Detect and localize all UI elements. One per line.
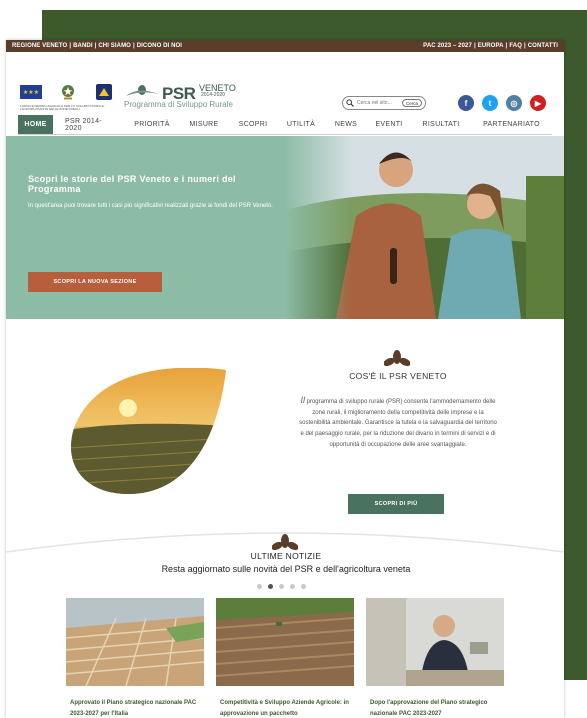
psr-logo-years: 2014-2020 — [201, 92, 225, 98]
carousel-dot[interactable] — [279, 584, 284, 589]
nav-partenariato[interactable]: PARTENARIATO — [471, 115, 552, 134]
news-title: ULTIME NOTIZIE — [250, 551, 322, 561]
about-body: programma di sviluppo rurale (PSR) conse… — [299, 399, 497, 448]
news-card-image — [366, 598, 504, 686]
main-nav: HOME PSR 2014-2020 PRIORITÀ MISURE SCOPR… — [18, 115, 552, 135]
news-card[interactable]: Competitività e Sviluppo Aziende Agricol… — [215, 598, 355, 718]
nav-priorita[interactable]: PRIORITÀ — [125, 115, 179, 134]
nav-risultati[interactable]: RISULTATI — [411, 115, 471, 134]
italian-emblem-icon — [62, 85, 74, 100]
hero-text: In quest'area puoi trovare tutti i casi … — [28, 203, 273, 209]
top-bar-left: REGIONE VENETO | BANDI | CHI SIAMO | DICONO DI… — [12, 43, 183, 49]
news-card-image — [215, 598, 355, 686]
carousel-dots — [257, 584, 306, 589]
nav-utilita[interactable]: UTILITÀ — [277, 115, 325, 134]
nav-home[interactable]: HOME — [18, 115, 53, 134]
instagram-icon[interactable]: ◎ — [506, 95, 522, 111]
psr-logo[interactable]: PSR VENETO 2014-2020 Programma di Svilup… — [124, 82, 236, 118]
header-caption: FONDO EUROPEO AGRICOLO PER LO SVILUPPO R… — [20, 104, 105, 111]
nav-scopri[interactable]: SCOPRI — [229, 115, 277, 134]
top-bar: REGIONE VENETO | BANDI | CHI SIAMO | DICONO DI… — [6, 40, 564, 52]
vineyard-leaf-image — [71, 368, 226, 494]
search-button[interactable]: Cerca — [401, 99, 422, 107]
link-pac[interactable]: PAC 2023 – 2027 — [423, 43, 472, 49]
search-box[interactable]: Cerca nel sito... Cerca — [342, 96, 426, 110]
news-card[interactable]: Approvato il Piano strategico nazionale … — [65, 598, 205, 718]
facebook-icon[interactable]: f — [458, 95, 474, 111]
nav-eventi[interactable]: EVENTI — [367, 115, 411, 134]
hero-title: Scopri le storie del PSR Veneto e i nume… — [28, 174, 236, 194]
twitter-icon[interactable]: t — [482, 95, 498, 111]
about-cta-button[interactable]: SCOPRI DI PIÙ — [348, 494, 444, 514]
news-card-title[interactable]: Competitività e Sviluppo Aziende Agricol… — [216, 698, 354, 718]
psr-leaf-icon — [126, 85, 158, 96]
search-input[interactable]: Cerca nel sito... — [357, 100, 402, 106]
link-contatti[interactable]: CONTATTI — [528, 43, 558, 49]
leaf-sprout-icon — [272, 534, 298, 551]
nav-psr[interactable]: PSR 2014-2020 — [53, 115, 125, 134]
link-faq[interactable]: FAQ — [509, 43, 522, 49]
hero-banner: Scopri le storie del PSR Veneto e i nume… — [6, 136, 564, 319]
link-dicono-di-noi[interactable]: DICONO DI NOI — [137, 43, 182, 49]
about-text: Il programma di sviluppo rurale (PSR) co… — [298, 395, 498, 451]
link-bandi[interactable]: BANDI — [73, 43, 93, 49]
leaf-sprout-icon — [384, 350, 410, 367]
youtube-icon[interactable]: ▶ — [530, 95, 546, 111]
psr-logo-subtitle: Programma di Sviluppo Rurale — [124, 100, 233, 109]
nav-misure[interactable]: MISURE — [179, 115, 229, 134]
news-card-title[interactable]: Dopo l'approvazione del Piano strategico… — [366, 698, 504, 718]
link-chi-siamo[interactable]: CHI SIAMO — [98, 43, 131, 49]
about-title: COS'È IL PSR VENETO — [349, 371, 447, 381]
carousel-dot[interactable] — [290, 584, 295, 589]
news-card[interactable]: Dopo l'approvazione del Piano strategico… — [366, 598, 504, 718]
nav-news[interactable]: NEWS — [325, 115, 367, 134]
link-europa[interactable]: EUROPA — [478, 43, 504, 49]
hero-cta-button[interactable]: SCOPRI LA NUOVA SEZIONE — [28, 272, 162, 292]
news-card-title[interactable]: Approvato il Piano strategico nazionale … — [66, 698, 204, 718]
news-card-image — [65, 598, 205, 687]
top-bar-right: PAC 2023 – 2027 | EUROPA | FAQ | CONTATTI — [423, 43, 558, 49]
psr-homepage: REGIONE VENETO | BANDI | CHI SIAMO | DICONO DI… — [6, 40, 564, 718]
eu-flag-icon: ★★★ — [20, 85, 42, 99]
link-regione-veneto[interactable]: REGIONE VENETO — [12, 43, 67, 49]
carousel-dot[interactable] — [257, 584, 262, 589]
news-subtitle: Resta aggiornato sulle novità del PSR e … — [161, 564, 411, 574]
carousel-dot[interactable] — [268, 584, 273, 589]
carousel-dot[interactable] — [301, 584, 306, 589]
search-icon — [346, 99, 354, 107]
regione-veneto-logo[interactable] — [96, 84, 112, 100]
site-header: ★★★ FONDO EUROPEO AGRICOLO PER LO SVILUP… — [6, 52, 564, 111]
